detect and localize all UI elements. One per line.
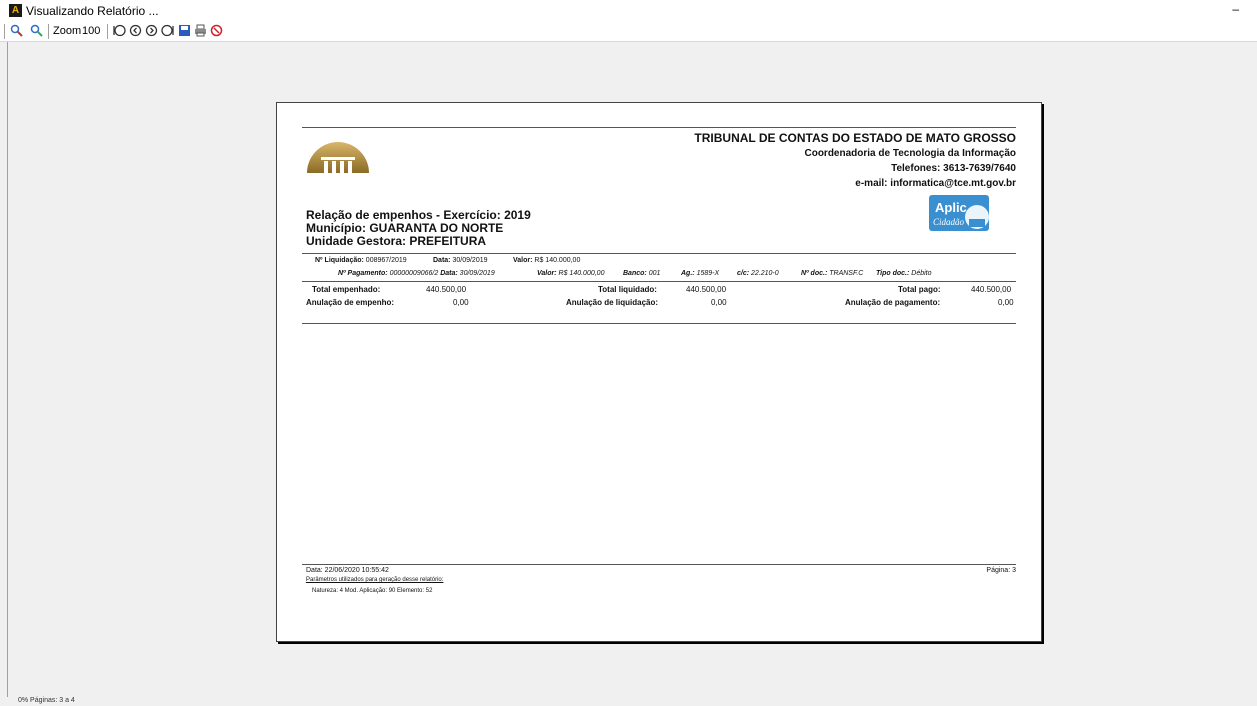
- zoom-label: Zoom: [53, 25, 82, 37]
- pagamento-data-label: Data:: [440, 270, 458, 277]
- total-empenhado-label: Total empenhado:: [312, 285, 381, 294]
- save-button[interactable]: [178, 24, 191, 39]
- toolbar-separator: [107, 24, 108, 39]
- zoom-in-button[interactable]: [10, 24, 24, 39]
- liquidacao-valor: Valor: R$ 140.000,00: [513, 257, 580, 264]
- footer-filters: Natureza: 4 Mod. Aplicação: 90 Elemento:…: [312, 588, 433, 594]
- conta-corrente: c/c: 22.210-0: [737, 270, 779, 277]
- aplic-sublabel: Cidadão: [933, 217, 965, 227]
- total-liquidado-value: 440.500,00: [686, 285, 727, 294]
- zoom-in-icon: [10, 24, 23, 37]
- totals-bottom-rule: [302, 323, 1016, 324]
- cc-label: c/c:: [737, 270, 750, 277]
- valor-label: Valor:: [513, 257, 533, 264]
- total-empenhado-value: 440.500,00: [426, 285, 467, 294]
- footer-page-number: Página: 3: [986, 567, 1016, 574]
- report-title-block: Relação de empenhos - Exercício: 2019 Mu…: [306, 209, 531, 248]
- anulacao-liquidacao-value: 0,00: [711, 298, 727, 307]
- anulacao-pagamento-label: Anulação de pagamento:: [845, 298, 941, 307]
- agencia: Ag.: 1589-X: [681, 270, 719, 277]
- status-bar: 0% Páginas: 3 a 4: [0, 697, 1257, 706]
- status-text: 0% Páginas: 3 a 4: [18, 697, 75, 704]
- next-page-button[interactable]: [145, 24, 158, 39]
- tipo-documento: Tipo doc.: Débito: [876, 270, 932, 277]
- app-icon: A: [9, 4, 22, 17]
- org-name: TRIBUNAL DE CONTAS DO ESTADO DE MATO GRO…: [694, 131, 1016, 145]
- org-email: e-mail: informatica@tce.mt.gov.br: [855, 178, 1016, 189]
- total-pago-value: 440.500,00: [971, 285, 1012, 294]
- anulacao-empenho-value: 0,00: [453, 298, 469, 307]
- zoom-out-icon: [30, 24, 43, 37]
- section-rule: [302, 253, 1016, 254]
- tce-logo-icon: [307, 142, 369, 173]
- liquidacao-date: Data: 30/09/2019: [433, 257, 488, 264]
- header-top-rule: [302, 127, 1016, 128]
- save-icon: [179, 25, 190, 36]
- ag-label: Ag.:: [681, 270, 695, 277]
- next-page-icon: [145, 24, 158, 37]
- unidade-gestora: Unidade Gestora: PREFEITURA: [306, 234, 487, 248]
- print-button[interactable]: [194, 24, 207, 39]
- numero-documento: Nº doc.: TRANSF.C: [801, 270, 863, 277]
- pagamento-line: Nº Pagamento: 00000009066/2 Data: 30/09/…: [338, 270, 495, 277]
- totals-rule: [302, 281, 1016, 282]
- total-liquidado-label: Total liquidado:: [598, 285, 657, 294]
- anulacao-empenho-label: Anulação de empenho:: [306, 298, 395, 307]
- zoom-out-button[interactable]: [30, 24, 44, 39]
- liquidacao-label: Nº Liquidação:: [315, 257, 364, 264]
- tipodoc-value: Débito: [911, 270, 932, 277]
- last-page-icon: [161, 24, 174, 37]
- total-pago-label: Total pago:: [898, 285, 941, 294]
- aplic-cidadao-logo: Aplic Cidadão: [929, 195, 989, 231]
- banco: Banco: 001: [623, 270, 660, 277]
- valor-value: R$ 140.000,00: [534, 257, 581, 264]
- last-page-button[interactable]: [161, 24, 174, 39]
- pagamento-valor-label: Valor:: [537, 270, 557, 277]
- anulacao-liquidacao-label: Anulação de liquidação:: [566, 298, 659, 307]
- zoom-value-field[interactable]: 100: [82, 24, 100, 39]
- title-bar: A Visualizando Relatório ... –: [0, 0, 1257, 22]
- pagamento-value: 00000009066/2: [389, 270, 439, 277]
- aplic-label: Aplic: [935, 200, 967, 215]
- anulacao-pagamento-value: 0,00: [998, 298, 1014, 307]
- window-title: Visualizando Relatório ...: [26, 4, 159, 18]
- ndoc-label: Nº doc.:: [801, 270, 828, 277]
- pagamento-valor-value: R$ 140.000,00: [558, 270, 605, 277]
- toolbar-separator: [48, 24, 49, 39]
- cc-value: 22.210-0: [751, 270, 779, 277]
- footer-parameters-heading: Parâmetros utilizados para geração desse…: [306, 577, 444, 583]
- pagamento-data-value: 30/09/2019: [459, 270, 495, 277]
- liquidacao-value: 008967/2019: [365, 257, 407, 264]
- banco-value: 001: [648, 270, 661, 277]
- org-department: Coordenadoria de Tecnologia da Informaçã…: [804, 148, 1016, 159]
- liquidacao-line: Nº Liquidação: 008967/2019: [315, 257, 407, 264]
- organization-header: TRIBUNAL DE CONTAS DO ESTADO DE MATO GRO…: [694, 131, 1016, 191]
- ag-value: 1589-X: [696, 270, 720, 277]
- first-page-button[interactable]: [113, 24, 126, 39]
- data-value: 30/09/2019: [452, 257, 488, 264]
- tipodoc-label: Tipo doc.:: [876, 270, 910, 277]
- banco-label: Banco:: [623, 270, 647, 277]
- print-icon: [195, 24, 206, 37]
- org-phone: Telefones: 3613-7639/7640: [891, 163, 1016, 174]
- toolbar: Zoom 100: [0, 22, 1257, 42]
- data-label: Data:: [433, 257, 451, 264]
- prev-page-icon: [129, 24, 142, 37]
- report-page: TRIBUNAL DE CONTAS DO ESTADO DE MATO GRO…: [276, 102, 1042, 642]
- toolbar-separator: [4, 24, 5, 39]
- prev-page-button[interactable]: [129, 24, 142, 39]
- minimize-button[interactable]: –: [1232, 2, 1239, 16]
- ndoc-value: TRANSF.C: [829, 270, 864, 277]
- footer-date: Data: 22/06/2020 10:55:42: [306, 567, 389, 574]
- footer-rule: [302, 564, 1016, 565]
- first-page-icon: [113, 24, 126, 37]
- pagamento-valor: Valor: R$ 140.000,00: [537, 270, 604, 277]
- pagamento-label: Nº Pagamento:: [338, 270, 388, 277]
- close-report-button[interactable]: [210, 24, 223, 39]
- close-icon: [210, 24, 223, 37]
